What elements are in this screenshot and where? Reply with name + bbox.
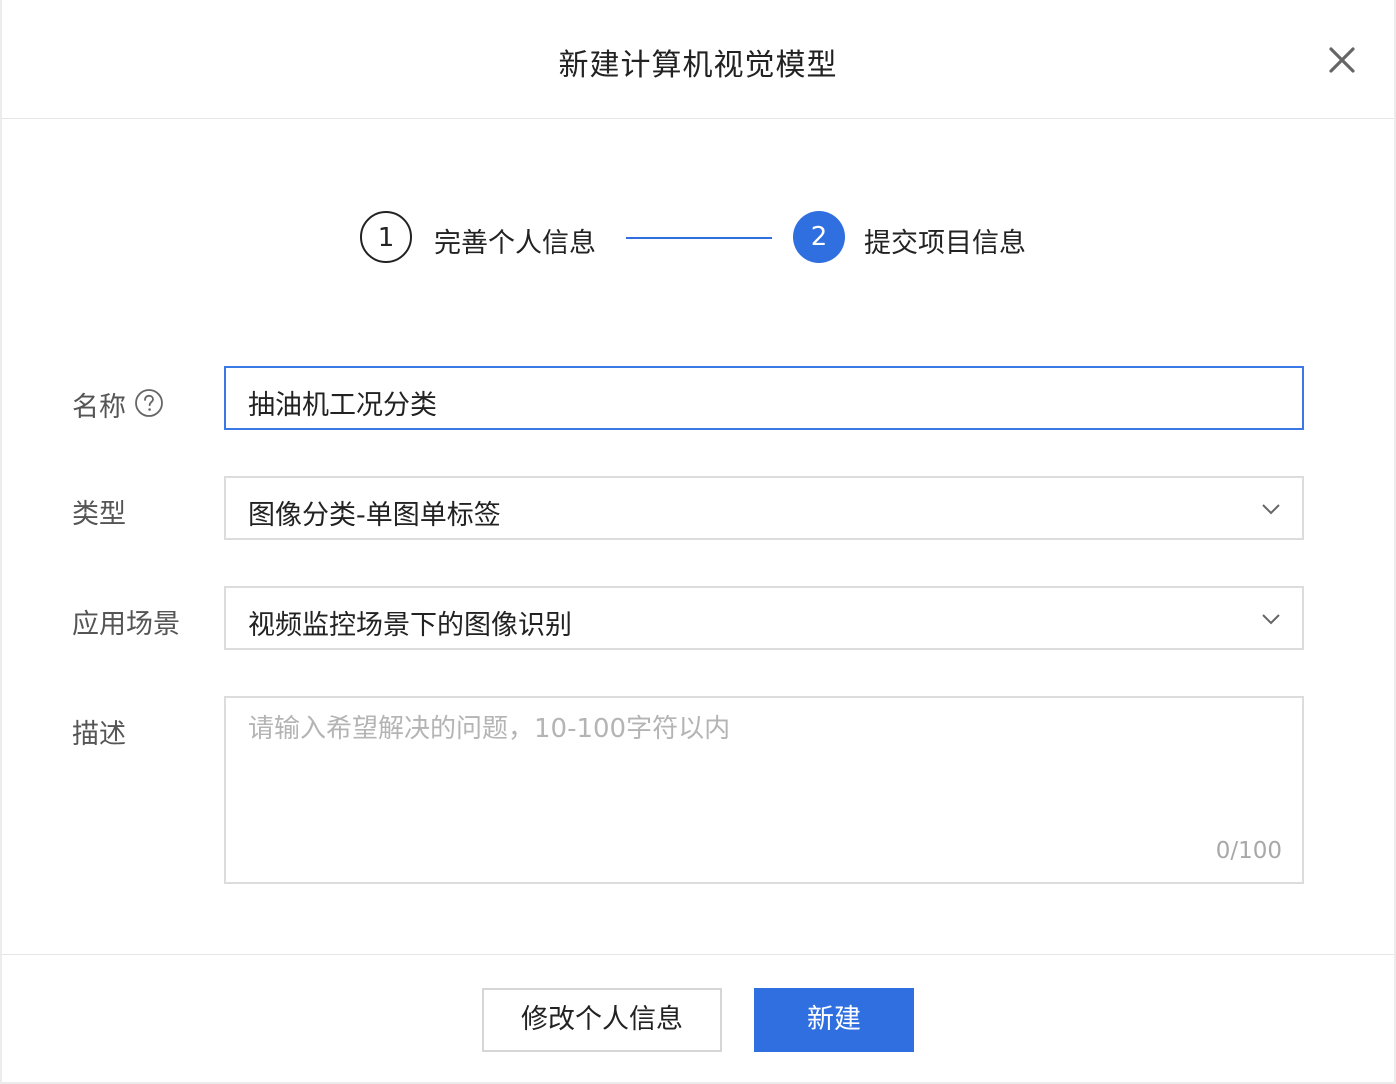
close-button[interactable] <box>1326 44 1358 76</box>
dialog-footer: 修改个人信息 新建 <box>2 954 1394 1083</box>
new-cv-model-dialog: 新建计算机视觉模型 1 完善个人信息 2 提交项目信息 名称 抽油机工况分类 类… <box>2 0 1394 1082</box>
description-placeholder: 请输入希望解决的问题，10-100字符以内 <box>248 714 731 744</box>
type-label: 类型 <box>72 499 126 530</box>
name-input-value: 抽油机工况分类 <box>248 390 437 421</box>
step-1-number: 1 <box>360 211 412 263</box>
step-1-label: 完善个人信息 <box>434 228 596 259</box>
dialog-header: 新建计算机视觉模型 <box>2 0 1394 119</box>
scene-label: 应用场景 <box>72 609 180 640</box>
scene-select-value: 视频监控场景下的图像识别 <box>248 610 572 641</box>
create-button[interactable]: 新建 <box>754 988 914 1052</box>
scene-select[interactable]: 视频监控场景下的图像识别 <box>224 586 1304 650</box>
close-icon <box>1329 47 1355 73</box>
edit-personal-info-button[interactable]: 修改个人信息 <box>482 988 722 1052</box>
chevron-down-icon <box>1262 614 1280 625</box>
character-counter: 0/100 <box>1215 838 1282 864</box>
description-textarea[interactable]: 请输入希望解决的问题，10-100字符以内 0/100 <box>224 696 1304 884</box>
step-2-label: 提交项目信息 <box>864 228 1026 259</box>
name-label-row: 名称 <box>72 385 164 425</box>
dialog-title: 新建计算机视觉模型 <box>558 48 838 83</box>
help-icon[interactable] <box>134 388 164 425</box>
chevron-down-icon <box>1262 504 1280 515</box>
type-select-value: 图像分类-单图单标签 <box>248 500 501 531</box>
step-connector <box>626 237 772 239</box>
name-label: 名称 <box>72 392 126 423</box>
type-select[interactable]: 图像分类-单图单标签 <box>224 476 1304 540</box>
description-label: 描述 <box>72 719 126 750</box>
step-indicator: 1 完善个人信息 2 提交项目信息 <box>2 210 1394 266</box>
name-input[interactable]: 抽油机工况分类 <box>224 366 1304 430</box>
step-2-number: 2 <box>793 211 845 263</box>
